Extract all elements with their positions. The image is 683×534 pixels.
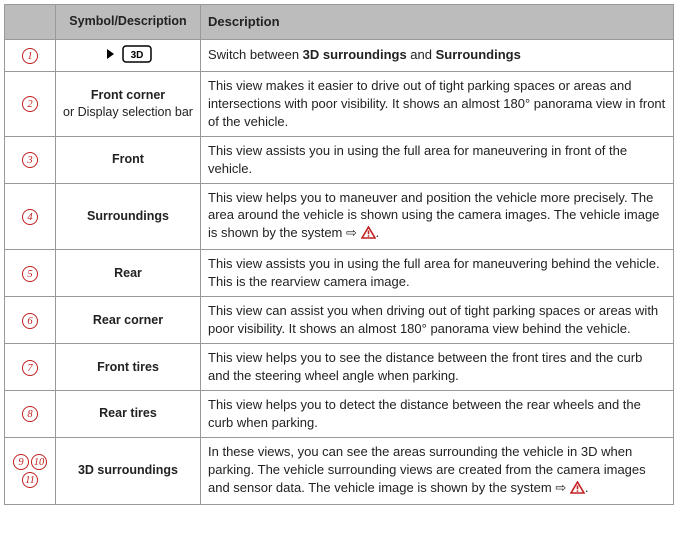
header-num (5, 5, 56, 40)
symbol-main-label: Rear (114, 266, 142, 280)
symbol-main-label: Front corner (91, 88, 165, 102)
three-d-toggle-icon: 3D (105, 45, 152, 63)
row-description: This view helps you to maneuver and posi… (201, 183, 674, 250)
table-row: 910 11 3D surroundings In these views, you … (5, 437, 674, 504)
index-circle-icon: 3 (22, 152, 38, 168)
row-symbol: Rear tires (56, 390, 201, 437)
row-description: This view assists you in using the full … (201, 136, 674, 183)
row-description: This view assists you in using the full … (201, 250, 674, 297)
table-row: 1 3D Switch between 3D surroundings and Su… (5, 39, 674, 71)
row-description: This view helps you to detect the distan… (201, 390, 674, 437)
row-index: 3 (5, 136, 56, 183)
symbol-main-label: Front (112, 152, 144, 166)
row-index: 7 (5, 344, 56, 391)
row-symbol: Rear (56, 250, 201, 297)
row-symbol: Front (56, 136, 201, 183)
index-circle-icon: 7 (22, 360, 38, 376)
row-index: 2 (5, 71, 56, 136)
warning-triangle-icon (570, 481, 585, 499)
row-symbol: Rear corner (56, 297, 201, 344)
symbol-main-label: Rear tires (99, 406, 157, 420)
index-circle-icon: 10 (31, 454, 47, 470)
row-description: In these views, you can see the areas su… (201, 437, 674, 504)
index-circle-icon: 4 (22, 209, 38, 225)
index-circle-icon: 6 (22, 313, 38, 329)
row-index: 1 (5, 39, 56, 71)
row-index: 910 11 (5, 437, 56, 504)
row-description: This view helps you to see the distance … (201, 344, 674, 391)
header-description: Description (201, 5, 674, 40)
desc-bold: 3D surroundings (303, 47, 407, 62)
index-circle-icon: 1 (22, 48, 38, 64)
row-symbol: Surroundings (56, 183, 201, 250)
index-circle-icon: 9 (13, 454, 29, 470)
symbol-main-label: 3D surroundings (78, 463, 178, 477)
row-index: 6 (5, 297, 56, 344)
header-symbol: Symbol/Descrip­tion (56, 5, 201, 40)
table-row: 8 Rear tires This view helps you to detect… (5, 390, 674, 437)
index-circle-icon: 5 (22, 266, 38, 282)
svg-text:3D: 3D (130, 50, 143, 61)
symbol-main-label: Front tires (97, 360, 159, 374)
row-symbol: Front tires (56, 344, 201, 391)
views-table: Symbol/Descrip­tion Description 1 3D Switc… (4, 4, 674, 505)
table-row: 5 Rear This view assists you in using the … (5, 250, 674, 297)
row-description: This view makes it easier to drive out o… (201, 71, 674, 136)
index-circle-icon: 2 (22, 96, 38, 112)
index-circle-icon: 11 (22, 472, 38, 488)
table-row: 7 Front tires This view helps you to see t… (5, 344, 674, 391)
desc-bold: Surroundings (436, 47, 521, 62)
symbol-main-label: Rear corner (93, 313, 163, 327)
table-row: 3 Front This view assists you in using the… (5, 136, 674, 183)
row-index: 5 (5, 250, 56, 297)
row-symbol: 3D surroundings (56, 437, 201, 504)
index-circle-icon: 8 (22, 406, 38, 422)
row-index: 8 (5, 390, 56, 437)
table-row: 6 Rear corner This view can assist you whe… (5, 297, 674, 344)
warning-link: ⇨ . (555, 480, 588, 495)
table-row: 4 Surroundings This view helps you to mane… (5, 183, 674, 250)
warning-link: ⇨ . (346, 225, 379, 240)
row-symbol: Front corner or Display selection bar (56, 71, 201, 136)
row-index: 4 (5, 183, 56, 250)
symbol-main-label: Surroundings (87, 209, 169, 223)
table-row: 2 Front corner or Display selection bar Thi… (5, 71, 674, 136)
symbol-sub-label: or Display selection bar (63, 104, 193, 121)
row-symbol: 3D (56, 39, 201, 71)
row-description: This view can assist you when driving ou… (201, 297, 674, 344)
warning-triangle-icon (361, 226, 376, 244)
row-description: Switch between 3D surroundings and Surro… (201, 39, 674, 71)
